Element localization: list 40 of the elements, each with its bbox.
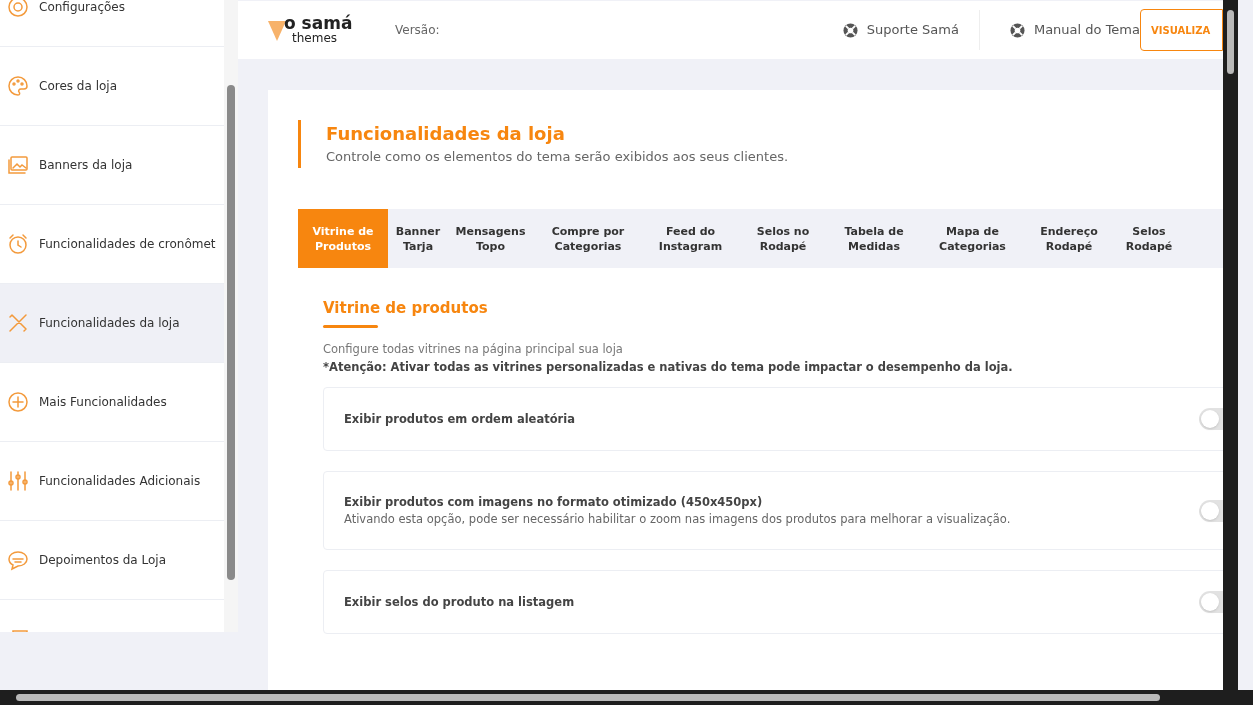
header-link[interactable]: Manual do Tema [1009,10,1140,50]
page-title: Funcionalidades da loja [326,122,566,146]
header-link[interactable]: Suporte Samá [842,10,980,50]
sliders-icon [7,470,29,492]
tools-icon [7,312,29,334]
sidebar-item[interactable]: Configurações [0,0,224,47]
tab[interactable]: Banner Tarja [388,209,448,268]
chat-bubble-icon [7,549,29,571]
logo[interactable]: o samá themes [268,15,365,45]
section-description: Configure todas vitrines na página principal sua loja [323,341,624,358]
lifebuoy-icon [842,22,858,38]
logo-text: o samá [284,15,353,32]
tab[interactable]: Compre por Categorias [533,209,643,268]
tab[interactable]: Selos Rodapé [1113,209,1185,268]
page-subtitle: Controle como os elementos do tema serão exibidos aos seus clientes. [326,148,790,166]
option-label: Exibir produtos em ordem aleatória [344,410,576,428]
section-title: Vitrine de produtos [323,298,489,318]
tab[interactable]: Mensagens Topo [448,209,533,268]
sidebar-scrollbar[interactable] [224,0,238,632]
tab[interactable]: Feed do Instagram [643,209,738,268]
option-hint: Ativando esta opção, pode ser necessário habilitar o zoom nas imagens dos produtos para melhorar a visualização. [344,510,1012,528]
warning-text: *Atenção: Ativar todas as vitrines personalizadas e nativas do tema pode impactar o desempenho da loja. [323,359,1014,376]
logo-subtext: themes [291,32,339,45]
tab[interactable]: Tabela de Medidas [828,209,920,268]
option-label: Exibir produtos com imagens no formato otimizado (450x450px) [344,493,764,511]
tab[interactable]: Mapa de Categorias [920,209,1025,268]
horizontal-scrollbar[interactable] [0,690,1253,705]
tab[interactable]: Selos no Rodapé [738,209,828,268]
gear-icon [7,0,29,18]
version-label: Versão: [395,22,440,39]
option-label: Exibir selos do produto na listagem [344,593,576,611]
sidebar-item[interactable]: Funcionalidades da loja [0,284,224,363]
page-scrollbar[interactable] [1223,0,1238,690]
image-icon [7,154,29,176]
plus-circle-icon [7,391,29,413]
tab[interactable]: Endereço Rodapé [1025,209,1113,268]
palette-icon [7,75,29,97]
alarm-clock-icon [7,233,29,255]
lifebuoy-icon [1009,22,1025,38]
title-underline [323,325,378,328]
